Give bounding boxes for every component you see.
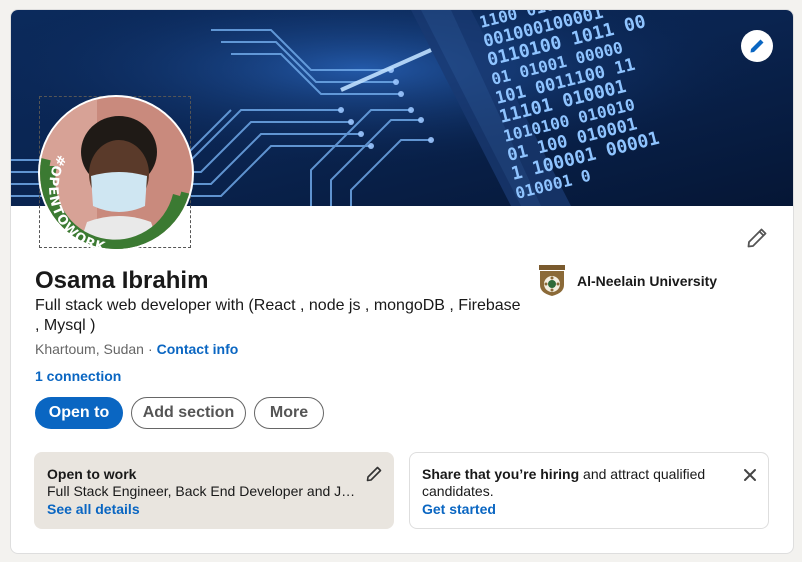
close-button[interactable] xyxy=(738,463,762,487)
pencil-icon xyxy=(750,39,764,53)
separator: · xyxy=(147,341,153,357)
profile-headline: Full stack web developer with (React , n… xyxy=(35,297,521,334)
open-to-work-roles: Full Stack Engineer, Back End Developer … xyxy=(47,483,357,499)
banner-edit-button[interactable] xyxy=(741,30,773,62)
location-text: Khartoum, Sudan xyxy=(35,341,144,357)
more-button[interactable]: More xyxy=(254,397,324,429)
open-to-work-title: Open to work xyxy=(47,466,137,482)
profile-name: Osama Ibrahim xyxy=(35,267,209,294)
connections-link[interactable]: 1 connection xyxy=(35,368,121,384)
profile-location-row: Khartoum, Sudan · Contact info xyxy=(35,341,238,357)
profile-card: 1100 010000010001000010110100 1011 0001 … xyxy=(10,9,794,554)
open-to-button[interactable]: Open to xyxy=(35,397,123,429)
see-all-details-link[interactable]: See all details xyxy=(47,501,140,517)
open-to-work-card: Open to work Full Stack Engineer, Back E… xyxy=(34,452,394,529)
education-name: Al-Neelain University xyxy=(577,273,718,289)
university-crest-icon xyxy=(539,265,565,296)
get-started-link[interactable]: Get started xyxy=(422,501,496,517)
pencil-icon xyxy=(747,228,767,248)
hiring-text-bold: Share that you’re hiring xyxy=(422,466,580,482)
pencil-icon xyxy=(366,466,382,482)
avatar: #OPENTOWORK xyxy=(38,95,194,252)
close-icon xyxy=(744,469,756,481)
open-to-work-edit-button[interactable] xyxy=(364,464,384,484)
hiring-text: Share that you’re hiring and attract qua… xyxy=(422,466,732,500)
profile-photo[interactable]: #OPENTOWORK xyxy=(38,95,194,252)
contact-info-link[interactable]: Contact info xyxy=(157,341,239,357)
education-entry[interactable]: Al-Neelain University xyxy=(537,265,717,297)
edit-intro-button[interactable] xyxy=(743,224,771,252)
hiring-card: Share that you’re hiring and attract qua… xyxy=(409,452,769,529)
add-section-button[interactable]: Add section xyxy=(131,397,246,429)
